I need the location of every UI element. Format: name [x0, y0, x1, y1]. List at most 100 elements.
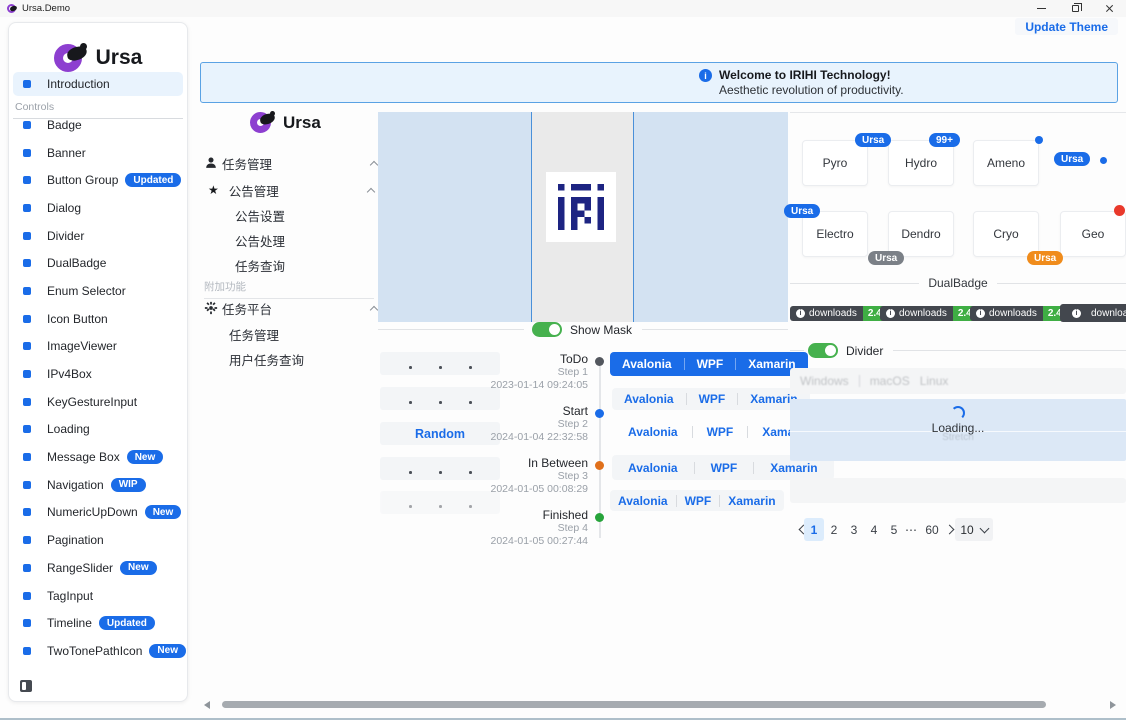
- image-viewer[interactable]: [378, 112, 788, 322]
- star-icon: ★: [208, 183, 219, 197]
- pagination-page-3[interactable]: 3: [844, 518, 864, 541]
- sidebar-item-rangeslider[interactable]: RangeSliderNew: [13, 554, 185, 582]
- menu-item-task-query[interactable]: 任务查询: [235, 257, 285, 273]
- sidebar-item-twotonepathicon[interactable]: TwoTonePathIconNew: [13, 637, 185, 665]
- title-bar: Ursa.Demo: [0, 0, 1126, 17]
- ip-dot: [439, 471, 442, 474]
- timeline-time: 2023-01-14 09:24:05: [488, 379, 588, 392]
- update-theme-button[interactable]: Update Theme: [1015, 18, 1118, 35]
- menu-item-task-management[interactable]: 任务管理: [204, 155, 380, 171]
- pagination-page-1[interactable]: 1: [804, 518, 824, 541]
- loading-container: Loading... Stretch: [790, 399, 1126, 461]
- sidebar-collapse-button[interactable]: [20, 680, 32, 692]
- ip-dot: [469, 401, 472, 404]
- sidebar-item-button-group[interactable]: Button GroupUpdated: [13, 166, 185, 194]
- sidebar-item-timeline[interactable]: TimelineUpdated: [13, 609, 185, 637]
- sidebar-item-icon-button[interactable]: Icon Button: [13, 305, 185, 333]
- status-badge: New: [127, 450, 164, 464]
- menu-item-label: 任务管理: [229, 325, 279, 344]
- sidebar-item-enum-selector[interactable]: Enum Selector: [13, 277, 185, 305]
- button-wpf[interactable]: WPF: [695, 461, 754, 475]
- sidebar-item-label: KeyGestureInput: [47, 395, 137, 409]
- button-xamarin[interactable]: Xamarin: [720, 494, 783, 508]
- menu-item-label: 公告管理: [229, 181, 279, 200]
- sidebar-item-navigation[interactable]: NavigationWIP: [13, 471, 185, 499]
- sidebar-item-pagination[interactable]: Pagination: [13, 526, 185, 554]
- button-wpf[interactable]: WPF: [693, 425, 748, 439]
- bullet-icon: [23, 342, 31, 350]
- sidebar-item-label: TwoTonePathIcon: [47, 644, 142, 658]
- irihi-logo-icon: [558, 184, 604, 230]
- sidebar-item-divider[interactable]: Divider: [13, 222, 185, 250]
- divider-demo-row: Divider: [790, 343, 1126, 358]
- maximize-button[interactable]: [1058, 0, 1092, 17]
- sidebar-item-badge[interactable]: Badge: [13, 111, 185, 139]
- button-wpf[interactable]: WPF: [685, 357, 736, 371]
- chevron-up-icon: [371, 305, 378, 312]
- sidebar-item-loading[interactable]: Loading: [13, 416, 185, 444]
- timeline-item: ToDo Step 1 2023-01-14 09:24:05: [488, 352, 588, 392]
- sidebar-item-message-box[interactable]: Message Box New: [13, 443, 185, 471]
- button-avalonia[interactable]: Avalonia: [612, 461, 694, 475]
- scrollbar-left-arrow[interactable]: [204, 701, 210, 709]
- timeline-item: Finished Step 4 2024-01-05 00:27:44: [488, 508, 588, 548]
- button-avalonia[interactable]: Avalonia: [610, 494, 676, 508]
- sidebar-item-banner[interactable]: Banner: [13, 139, 185, 167]
- sidebar-item-dialog[interactable]: Dialog: [13, 194, 185, 222]
- menu-item-label: 任务查询: [235, 256, 285, 275]
- ursa-logo-icon: [54, 41, 88, 75]
- page-size-select[interactable]: 10: [955, 518, 993, 541]
- dualbadge-divider-label: DualBadge: [928, 276, 987, 290]
- show-mask-toggle[interactable]: [532, 322, 562, 337]
- button-wpf[interactable]: WPF: [687, 392, 738, 406]
- menu-item-announcement-management[interactable]: ★ 公告管理: [208, 182, 380, 198]
- divider-line: [893, 350, 1126, 351]
- pagination-ellipsis[interactable]: ⋯: [901, 518, 921, 541]
- button-avalonia[interactable]: Avalonia: [612, 392, 686, 406]
- menu-item-announcement-settings[interactable]: 公告设置: [235, 207, 285, 223]
- ipv4-input[interactable]: [380, 387, 500, 410]
- sidebar-item-introduction[interactable]: Introduction: [13, 72, 183, 96]
- sidebar-item-keygestureinput[interactable]: KeyGestureInput: [13, 388, 185, 416]
- horizontal-scrollbar-thumb[interactable]: [222, 701, 1046, 708]
- bullet-icon: [23, 564, 31, 572]
- badge-card-ameno: Ameno: [973, 140, 1039, 186]
- sidebar-item-label: Message Box: [47, 450, 120, 464]
- ipv4-input[interactable]: [380, 457, 500, 480]
- ip-dot: [409, 366, 412, 369]
- sidebar-item-numericupdown[interactable]: NumericUpDownNew: [13, 499, 185, 527]
- button-avalonia[interactable]: Avalonia: [610, 357, 684, 371]
- ipv4-input-disabled: [380, 491, 500, 514]
- timeline-step: Step 1: [488, 366, 588, 379]
- scrollbar-right-arrow[interactable]: [1110, 701, 1116, 709]
- badge-card-geo: Geo: [1060, 211, 1126, 257]
- ip-dot: [469, 366, 472, 369]
- timeline-dot-start: [595, 409, 604, 418]
- button-xamarin[interactable]: Xamarin: [754, 461, 833, 475]
- menu-item-task-management-child[interactable]: 任务管理: [229, 326, 279, 342]
- button-wpf[interactable]: WPF: [677, 494, 720, 508]
- divider-toggle[interactable]: [808, 343, 838, 358]
- menu-item-user-task-query[interactable]: 用户任务查询: [229, 351, 304, 367]
- menu-item-task-platform[interactable]: 任务平台: [204, 300, 380, 316]
- sidebar-item-imageviewer[interactable]: ImageViewer: [13, 333, 185, 361]
- sidebar-item-label: Loading: [47, 422, 90, 436]
- card-label: Pyro: [823, 156, 848, 170]
- pagination-page-4[interactable]: 4: [864, 518, 884, 541]
- close-button[interactable]: [1092, 0, 1126, 17]
- button-avalonia[interactable]: Avalonia: [614, 425, 692, 439]
- bullet-icon: [23, 592, 31, 600]
- ipv4-input[interactable]: [380, 352, 500, 375]
- menu-item-announcement-processing[interactable]: 公告处理: [235, 232, 285, 248]
- sidebar-item-dualbadge[interactable]: DualBadge: [13, 249, 185, 277]
- sidebar-item-taginput[interactable]: TagInput: [13, 582, 185, 610]
- info-icon: i: [796, 309, 805, 318]
- status-badge: Updated: [125, 173, 181, 187]
- sidebar-item-ipv4box[interactable]: IPv4Box: [13, 360, 185, 388]
- pagination-page-2[interactable]: 2: [824, 518, 844, 541]
- minimize-button[interactable]: [1024, 0, 1058, 17]
- mask-divider-line: [531, 112, 533, 322]
- os-label-windows: Windows: [800, 374, 849, 388]
- random-button[interactable]: Random: [380, 422, 500, 445]
- minimize-icon: [1037, 8, 1046, 9]
